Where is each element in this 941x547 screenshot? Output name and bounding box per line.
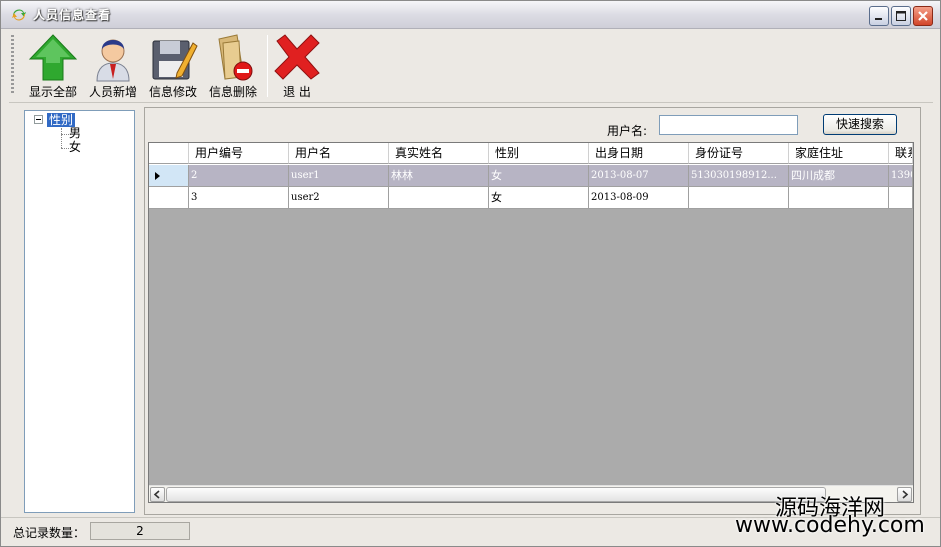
column-header[interactable]: 联系 [889, 143, 913, 164]
scroll-left-button[interactable] [150, 487, 165, 502]
add-person-label: 人员新增 [88, 85, 137, 99]
column-header[interactable]: 出身日期 [589, 143, 689, 164]
red-x-icon [274, 34, 320, 80]
exit-label: 退 出 [283, 85, 311, 99]
table-cell[interactable] [389, 187, 489, 209]
chevron-left-icon [153, 490, 160, 499]
gender-tree[interactable]: 性别 男 女 [24, 110, 135, 513]
toolbar-separator [267, 35, 268, 97]
username-search-input[interactable] [659, 115, 798, 135]
watermark-url: www.codehy.com [735, 513, 925, 538]
user-data-grid[interactable]: 用户编号 用户名 真实姓名 性别 出身日期 身份证号 家庭住址 联系 2 use… [148, 142, 914, 503]
quick-search-button[interactable]: 快速搜索 [823, 114, 897, 135]
folder-delete-icon [218, 34, 253, 81]
table-cell[interactable]: user2 [289, 187, 389, 209]
close-icon [918, 11, 928, 21]
toolbar-grip[interactable] [11, 35, 14, 95]
collapse-icon[interactable] [34, 115, 43, 124]
table-cell[interactable]: user1 [289, 165, 389, 187]
scroll-thumb[interactable] [166, 487, 826, 502]
window-title: 人员信息查看 [33, 8, 112, 22]
tree-line [61, 128, 62, 148]
scroll-right-button[interactable] [897, 487, 912, 502]
column-header[interactable]: 性别 [489, 143, 589, 164]
maximize-icon [896, 11, 906, 21]
table-cell[interactable]: 2 [189, 165, 289, 187]
app-icon [12, 9, 26, 21]
table-cell[interactable]: 林林 [389, 165, 489, 187]
tree-root-label[interactable]: 性别 [47, 113, 76, 127]
column-header[interactable]: 家庭住址 [789, 143, 889, 164]
close-button[interactable] [913, 6, 933, 26]
table-cell[interactable]: 女 [489, 187, 589, 209]
maximize-button[interactable] [891, 6, 911, 26]
tree-node-male[interactable]: 男 [69, 126, 81, 140]
table-cell[interactable]: 四川成都 [789, 165, 889, 187]
table-cell[interactable]: 1390 [889, 165, 913, 187]
toolbar: 显示全部 人员新增 信息修改 信息删除 退 出 [9, 31, 933, 103]
table-cell[interactable] [889, 187, 913, 209]
minimize-button[interactable] [869, 6, 889, 26]
table-cell[interactable] [689, 187, 789, 209]
show-all-label: 显示全部 [28, 85, 77, 99]
chevron-right-icon [902, 490, 909, 499]
table-row[interactable]: 3 user2 女 2013-08-09 [149, 187, 913, 209]
current-row-icon [155, 172, 160, 180]
column-header[interactable]: 用户编号 [189, 143, 289, 164]
table-cell[interactable]: 513030198912... [689, 165, 789, 187]
table-cell[interactable]: 3 [189, 187, 289, 209]
username-label: 用户名: [607, 124, 648, 138]
main-window: 人员信息查看 显示全部 人员新增 信息修改 信息删除 退 出 性别 男 女 用户… [0, 0, 941, 547]
table-cell[interactable]: 2013-08-07 [589, 165, 689, 187]
column-header[interactable]: 真实姓名 [389, 143, 489, 164]
tree-node-female[interactable]: 女 [69, 140, 81, 154]
grid-empty-area [149, 209, 913, 485]
delete-info-label: 信息删除 [208, 85, 257, 99]
edit-info-label: 信息修改 [148, 85, 197, 99]
table-cell[interactable]: 女 [489, 165, 589, 187]
table-cell[interactable]: 2013-08-09 [589, 187, 689, 209]
column-header[interactable]: 用户名 [289, 143, 389, 164]
up-arrow-icon [28, 34, 78, 81]
record-count-value: 2 [90, 522, 190, 540]
record-count-label: 总记录数量： [13, 526, 86, 540]
row-header[interactable] [149, 187, 189, 209]
column-header[interactable]: 身份证号 [689, 143, 789, 164]
table-row[interactable]: 2 user1 林林 女 2013-08-07 513030198912... … [149, 165, 913, 187]
table-cell[interactable] [789, 187, 889, 209]
row-header[interactable] [149, 165, 189, 187]
floppy-edit-icon [152, 40, 198, 80]
title-bar[interactable]: 人员信息查看 [1, 1, 940, 29]
person-icon [96, 39, 130, 82]
grid-body: 用户编号 用户名 真实姓名 性别 出身日期 身份证号 家庭住址 联系 2 use… [149, 143, 913, 485]
row-header-corner [149, 143, 189, 164]
minimize-icon [875, 18, 882, 20]
